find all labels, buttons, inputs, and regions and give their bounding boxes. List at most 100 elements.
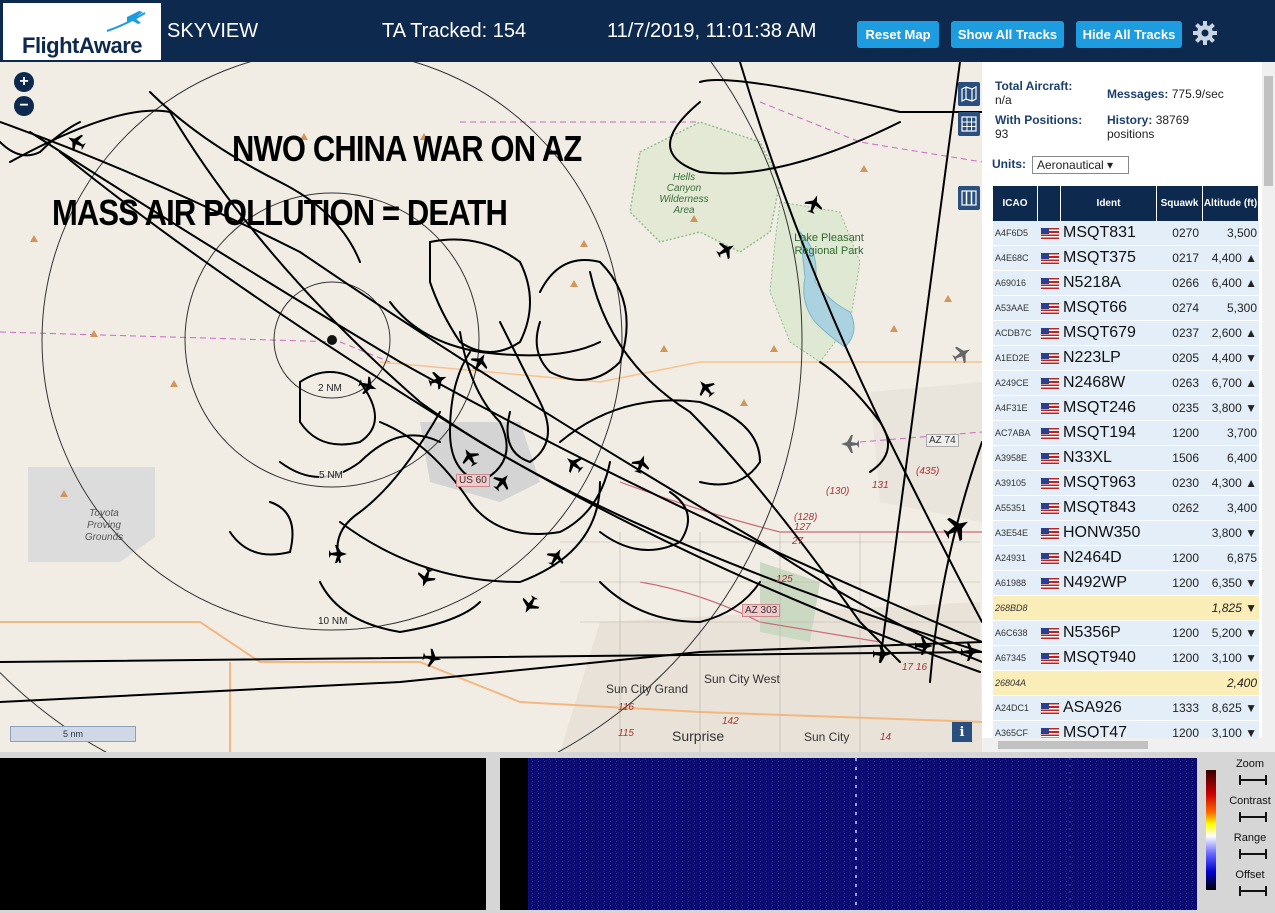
label-sun-city-west: Sun City West	[704, 672, 780, 686]
cell-squawk: 1200	[1157, 546, 1203, 570]
cell-ident: MSQT194	[1061, 421, 1157, 445]
units-select[interactable]: Aeronautical ▾	[1032, 156, 1129, 174]
cell-squawk	[1157, 521, 1203, 545]
label-sun-city-grand: Sun City Grand	[606, 682, 689, 696]
with-positions-value: 93	[995, 127, 1009, 141]
panel-horizontal-scrollbar[interactable]	[982, 738, 1275, 752]
slider-range-icon[interactable]	[1238, 848, 1268, 860]
with-positions-label: With Positions:	[995, 113, 1083, 127]
gear-icon[interactable]	[1192, 20, 1218, 46]
cell-icao: A53AAE	[993, 296, 1038, 320]
table-row[interactable]: A3E54E HONW350 3,800 ▼	[993, 521, 1259, 546]
cell-squawk: 0230	[1157, 471, 1203, 495]
table-row[interactable]: A6C638 N5356P 1200 5,200 ▼	[993, 621, 1259, 646]
label-road-131: 131	[872, 480, 889, 491]
cell-altitude: 6,700 ▲	[1203, 371, 1259, 395]
cell-squawk: 1506	[1157, 446, 1203, 470]
cell-squawk: 0263	[1157, 371, 1203, 395]
cell-altitude: 1,825 ▼	[1203, 596, 1259, 620]
cell-altitude: 3,500	[1203, 221, 1259, 245]
column-ident[interactable]: Ident	[1061, 186, 1157, 221]
waterfall-display[interactable]	[500, 758, 1197, 910]
cell-icao: A6C638	[993, 621, 1038, 645]
label-road-14: 14	[880, 732, 892, 743]
column-icao[interactable]: ICAO	[993, 186, 1038, 221]
slider-zoom-icon[interactable]	[1238, 774, 1268, 786]
cell-altitude: 2,400	[1203, 671, 1259, 695]
table-row[interactable]: AC7ABA MSQT194 1200 3,700	[993, 421, 1259, 446]
total-aircraft-value: n/a	[995, 93, 1012, 107]
cell-flag	[1038, 696, 1061, 720]
label-sun-city: Sun City	[804, 730, 850, 744]
table-body: A4F6D5 MSQT831 0270 3,500 A4E68C MSQT375 0217 4…	[993, 221, 1259, 746]
column-altitude[interactable]: Altitude (ft)	[1203, 186, 1259, 221]
top-header: FlightAware SKYVIEW TA Tracked: 154 11/7…	[0, 0, 1275, 62]
us-flag-icon	[1040, 427, 1059, 439]
show-all-tracks-button[interactable]: Show All Tracks	[951, 21, 1064, 48]
panel-vertical-scrollbar[interactable]	[1262, 62, 1275, 738]
table-row[interactable]: A4F31E MSQT246 0235 3,800 ▼	[993, 396, 1259, 421]
reset-map-button[interactable]: Reset Map	[857, 21, 939, 48]
cell-icao: A3958E	[993, 446, 1038, 470]
cell-altitude: 6,400 ▲	[1203, 271, 1259, 295]
slider-offset-icon[interactable]	[1238, 885, 1268, 897]
total-aircraft-label: Total Aircraft:	[995, 79, 1073, 93]
cell-icao: A4F31E	[993, 396, 1038, 420]
table-row[interactable]: A1ED2E N223LP 0205 4,400 ▼	[993, 346, 1259, 371]
cell-ident: N5218A	[1061, 271, 1157, 295]
cell-flag	[1038, 496, 1061, 520]
cell-squawk: 0205	[1157, 346, 1203, 370]
table-row[interactable]: 26804A 2,400	[993, 671, 1259, 696]
cell-flag	[1038, 471, 1061, 495]
table-row[interactable]: A69016 N5218A 0266 6,400 ▲	[993, 271, 1259, 296]
units-select-value: Aeronautical	[1037, 158, 1104, 172]
label-road-1716: 17 16	[902, 662, 928, 673]
messages-value: 775.9/sec	[1171, 87, 1224, 101]
table-row[interactable]: A3958E N33XL 1506 6,400	[993, 446, 1259, 471]
cell-icao: 26804A	[993, 671, 1038, 695]
table-row[interactable]: A249CE N2468W 0263 6,700 ▲	[993, 371, 1259, 396]
map-view[interactable]: Hells Canyon Wilderness Area Lake Pleasa…	[0, 62, 982, 752]
slider-contrast-icon[interactable]	[1238, 811, 1268, 823]
table-row[interactable]: A67345 MSQT940 1200 3,100 ▼	[993, 646, 1259, 671]
table-row[interactable]: A24DC1 ASA926 1333 8,625 ▼	[993, 696, 1259, 721]
map-layers-icon[interactable]	[958, 82, 980, 106]
cell-flag	[1038, 346, 1061, 370]
cell-squawk: 1200	[1157, 621, 1203, 645]
table-row[interactable]: ACDB7C MSQT679 0237 2,600 ▲	[993, 321, 1259, 346]
cell-squawk	[1157, 671, 1203, 695]
info-icon[interactable]: i	[952, 722, 972, 742]
cell-flag	[1038, 296, 1061, 320]
zoom-out-button[interactable]: −	[14, 96, 34, 116]
horizontal-scroll-thumb[interactable]	[998, 741, 1148, 749]
column-flag[interactable]	[1038, 186, 1061, 221]
cell-ident: N223LP	[1061, 346, 1157, 370]
table-row[interactable]: A24931 N2464D 1200 6,875	[993, 546, 1259, 571]
cell-flag	[1038, 596, 1061, 620]
current-timestamp: 11/7/2019, 11:01:38 AM	[607, 20, 817, 42]
table-row[interactable]: A4E68C MSQT375 0217 4,400 ▲	[993, 246, 1259, 271]
cell-ident: MSQT679	[1061, 321, 1157, 345]
table-row[interactable]: A39105 MSQT963 0230 4,300 ▲	[993, 471, 1259, 496]
table-row[interactable]: A61988 N492WP 1200 6,350 ▼	[993, 571, 1259, 596]
table-row[interactable]: 268BD8 1,825 ▼	[993, 596, 1259, 621]
label-road-130: (130)	[826, 486, 850, 497]
table-row[interactable]: A55351 MSQT843 0262 3,400	[993, 496, 1259, 521]
flightaware-logo[interactable]: FlightAware	[3, 3, 161, 60]
table-row[interactable]: A53AAE MSQT66 0274 5,300	[993, 296, 1259, 321]
zoom-in-button[interactable]: +	[14, 72, 34, 92]
cell-icao: A55351	[993, 496, 1038, 520]
cell-flag	[1038, 646, 1061, 670]
column-squawk[interactable]: Squawk	[1157, 186, 1203, 221]
us-flag-icon	[1040, 352, 1059, 364]
label-road-115: 115	[618, 728, 634, 739]
us-flag-icon	[1040, 702, 1059, 714]
history-unit: positions	[1107, 127, 1155, 141]
table-row[interactable]: A4F6D5 MSQT831 0270 3,500	[993, 221, 1259, 246]
grid-icon[interactable]	[958, 112, 980, 136]
columns-icon[interactable]	[958, 186, 980, 210]
label-hells-canyon: Hells Canyon Wilderness Area	[659, 172, 709, 216]
vertical-scroll-thumb[interactable]	[1264, 76, 1273, 186]
label-road-125: 125	[776, 574, 793, 585]
hide-all-tracks-button[interactable]: Hide All Tracks	[1076, 21, 1182, 48]
